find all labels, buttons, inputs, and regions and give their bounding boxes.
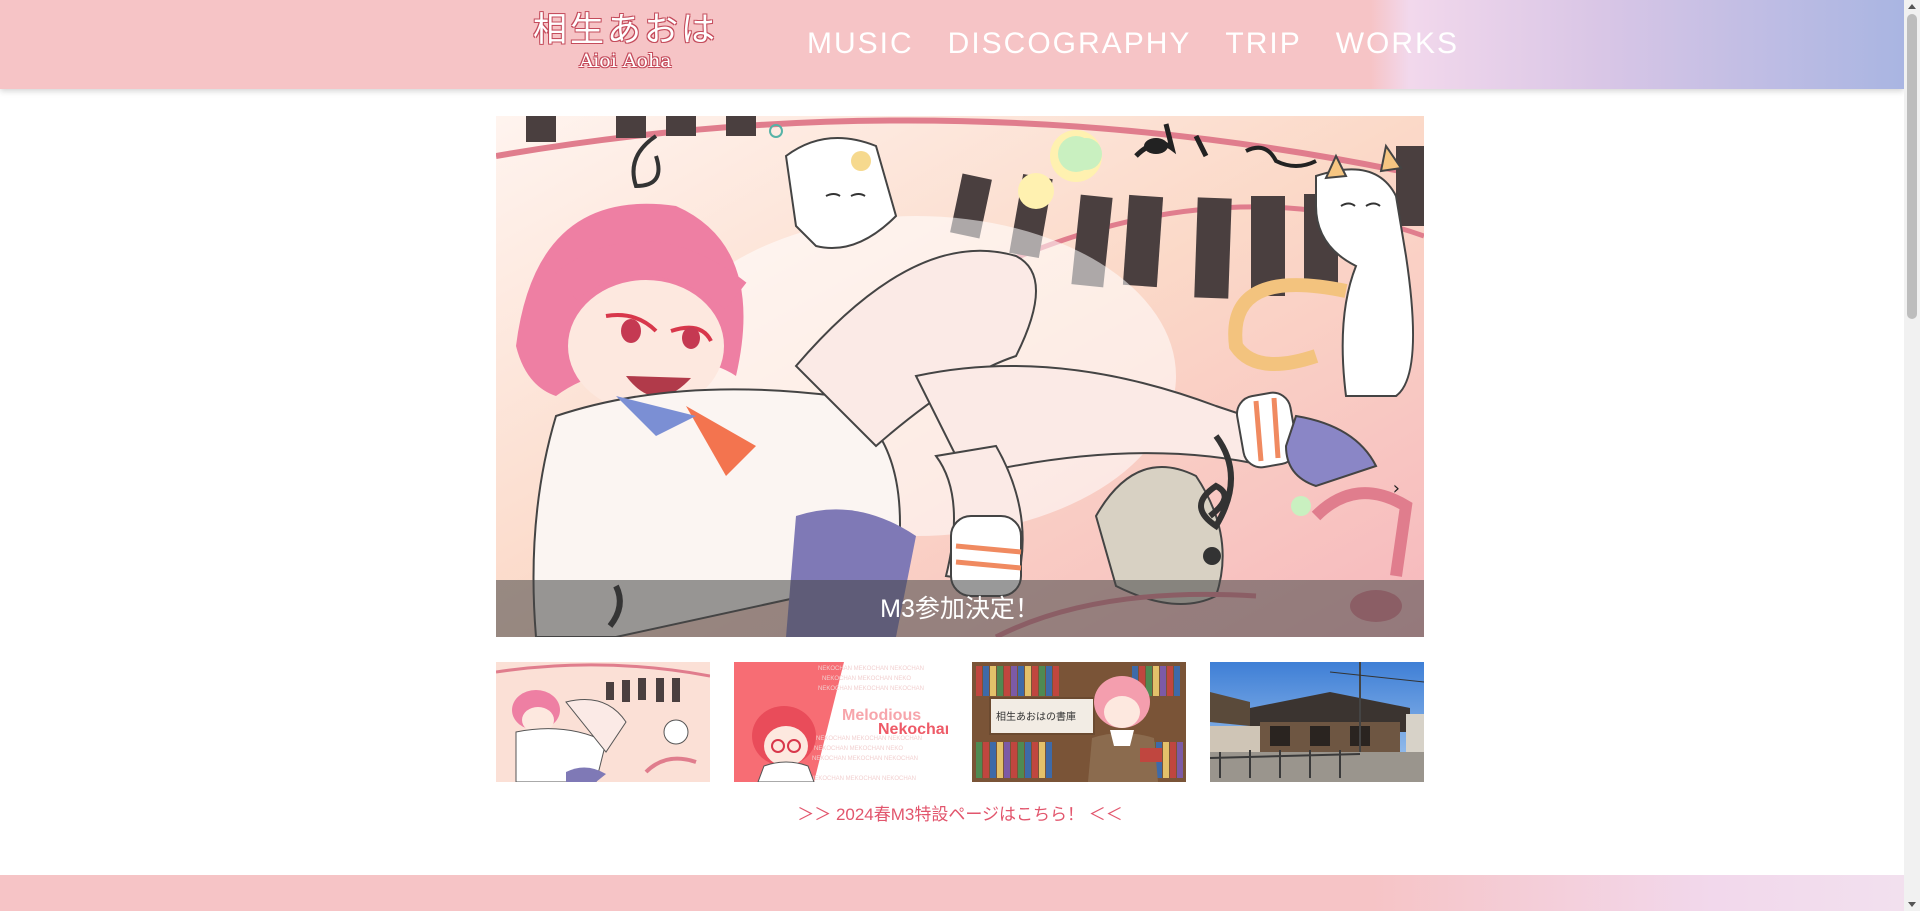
thumbnail-nekochan-title-2: Nekochan xyxy=(878,721,948,738)
site-logo[interactable]: 相生あおは Aioi Aoha xyxy=(533,10,718,72)
nav-item-discography[interactable]: DISCOGRAPHY xyxy=(948,26,1192,62)
thumbnail-nekochan-image: NEKOCHAN MEKOCHAN NEKOCHAN NEKOCHAN MEKO… xyxy=(734,662,948,782)
thumbnail-m3-illustration[interactable] xyxy=(496,662,710,782)
page: 相生あおは Aioi Aoha MUSIC DISCOGRAPHY TRIP W… xyxy=(0,0,1920,911)
thumbnail-strip: NEKOCHAN MEKOCHAN NEKOCHAN NEKOCHAN MEKO… xyxy=(496,662,1424,782)
logo-english: Aioi Aoha xyxy=(579,50,672,72)
thumbnail-bookshelf[interactable]: 相生あおはの書庫 xyxy=(972,662,1186,782)
svg-text:NEKOCHAN MEKOCHAN NEKOCHAN: NEKOCHAN MEKOCHAN NEKOCHAN xyxy=(810,776,916,782)
scrollbar-thumb[interactable] xyxy=(1907,14,1917,319)
hero-illustration xyxy=(496,116,1424,637)
thumbnail-trip-photo[interactable] xyxy=(1210,662,1424,782)
page-scrollbar[interactable] xyxy=(1904,0,1920,911)
hero-caption-bar: M3参加決定！ xyxy=(496,580,1424,637)
svg-text:NEKOCHAN MEKOCHAN NEKOCHAN: NEKOCHAN MEKOCHAN NEKOCHAN xyxy=(812,756,918,762)
thumbnail-m3-image xyxy=(496,662,710,782)
m3-special-page-link[interactable]: ＞＞ 2024春M3特設ページはこちら！ ＜＜ xyxy=(496,803,1424,827)
main-nav: MUSIC DISCOGRAPHY TRIP WORKS xyxy=(807,26,1459,62)
nav-item-music[interactable]: MUSIC xyxy=(807,26,914,62)
svg-text:NEKOCHAN MEKOCHAN NEKO: NEKOCHAN MEKOCHAN NEKO xyxy=(814,746,903,752)
next-slide-icon[interactable]: › xyxy=(1393,478,1400,499)
thumbnail-bookshelf-image: 相生あおはの書庫 xyxy=(972,662,1186,782)
svg-text:NEKOCHAN MEKOCHAN NEKOCHAN: NEKOCHAN MEKOCHAN NEKOCHAN xyxy=(818,666,924,672)
nav-item-works[interactable]: WORKS xyxy=(1336,26,1459,62)
hero-slider[interactable]: › M3参加決定！ xyxy=(496,116,1424,637)
logo-japanese: 相生あおは xyxy=(533,10,718,50)
scroll-up-icon[interactable] xyxy=(1908,4,1916,9)
hero-caption: M3参加決定！ xyxy=(880,594,1040,623)
svg-text:NEKOCHAN MEKOCHAN NEKO: NEKOCHAN MEKOCHAN NEKO xyxy=(822,676,911,682)
nav-item-trip[interactable]: TRIP xyxy=(1225,26,1301,62)
thumbnail-trip-image xyxy=(1210,662,1424,782)
svg-text:NEKOCHAN MEKOCHAN NEKOCHAN: NEKOCHAN MEKOCHAN NEKOCHAN xyxy=(818,686,924,692)
thumbnail-bookshelf-sign: 相生あおはの書庫 xyxy=(996,710,1076,723)
scroll-down-icon[interactable] xyxy=(1908,902,1916,907)
site-header: 相生あおは Aioi Aoha MUSIC DISCOGRAPHY TRIP W… xyxy=(0,0,1904,89)
site-footer xyxy=(0,875,1904,911)
thumbnail-melodious-nekochan[interactable]: NEKOCHAN MEKOCHAN NEKOCHAN NEKOCHAN MEKO… xyxy=(734,662,948,782)
